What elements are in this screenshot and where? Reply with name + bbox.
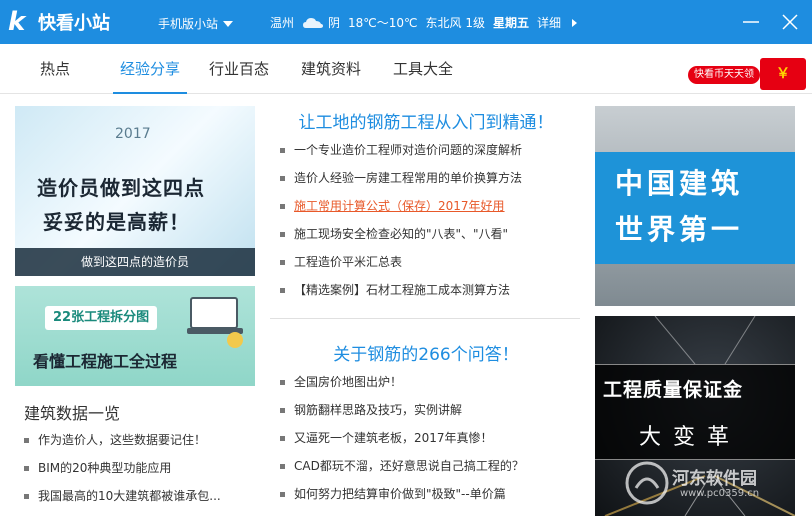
list-item[interactable]: 施工现场安全检查必知的"八表"、"八看" bbox=[280, 220, 576, 248]
headline-rebar-guide[interactable]: 让工地的钢筋工程从入门到精通！ bbox=[276, 108, 576, 133]
weather-bar: 温州 阴 18℃～10℃ 东北风 1级 星期五 详细 bbox=[270, 14, 593, 31]
list-item[interactable]: BIM的20种典型功能应用 bbox=[24, 454, 260, 482]
banner1-caption: 做到这四点的造价员 bbox=[15, 248, 255, 276]
list-item[interactable]: CAD都玩不溜，还好意思说自己搞工程的？ bbox=[280, 452, 576, 480]
banner-construction-diagrams[interactable]: 22张工程拆分图 看懂工程施工全过程 bbox=[15, 286, 255, 386]
weather-condition: 阴 bbox=[328, 16, 341, 30]
list-item[interactable]: 一个专业造价工程师对造价问题的深度解析 bbox=[280, 136, 576, 164]
weather-temperature: 18℃～10℃ bbox=[348, 16, 418, 30]
tab-materials[interactable]: 建筑资料 bbox=[301, 44, 361, 94]
watermark: 河东软件园 www.pc0359.cn bbox=[620, 458, 810, 508]
list-item[interactable]: 又逼死一个建筑老板，2017年真惨！ bbox=[280, 424, 576, 452]
chevron-down-icon bbox=[223, 20, 234, 27]
banner1-line2: 妥妥的是高薪！ bbox=[43, 210, 190, 234]
list-item[interactable]: 我国最高的10大建筑都被谁承包... bbox=[24, 482, 260, 510]
coin-banner[interactable]: 快看币天天领 ￥ bbox=[688, 58, 808, 90]
banner1-year: 2017 bbox=[115, 126, 151, 142]
weather-wind: 东北风 1级 bbox=[425, 16, 485, 30]
weather-detail-label: 详细 bbox=[537, 16, 562, 30]
mobile-version-dropdown[interactable]: 手机版小站 bbox=[158, 15, 234, 32]
banner1-line1: 造价员做到这四点 bbox=[37, 176, 205, 200]
banner4-line2: 大变革 bbox=[639, 425, 742, 450]
banner4-line1: 工程质量保证金 bbox=[603, 379, 744, 401]
banner3-line2: 世界第一 bbox=[615, 213, 744, 246]
tab-experience[interactable]: 经验分享 bbox=[113, 44, 187, 94]
section-divider bbox=[270, 318, 580, 319]
banner3-panel: 中国建筑 世界第一 bbox=[595, 152, 795, 264]
watermark-logo-icon bbox=[625, 461, 669, 505]
banner4-panel: 工程质量保证金 大变革 bbox=[595, 364, 795, 460]
tab-industry[interactable]: 行业百态 bbox=[209, 44, 269, 94]
banner2-text: 看懂工程施工全过程 bbox=[33, 352, 178, 371]
close-button[interactable] bbox=[778, 10, 802, 34]
app-name: 快看小站 bbox=[38, 13, 110, 34]
banner2-tag: 22张工程拆分图 bbox=[45, 306, 158, 330]
weather-city: 温州 bbox=[270, 16, 295, 30]
list-item[interactable]: 如何努力把结算审价做到"极致"--单价篇 bbox=[280, 480, 576, 508]
mobile-version-label: 手机版小站 bbox=[158, 17, 219, 31]
weather-weekday: 星期五 bbox=[492, 16, 529, 30]
watermark-text: 河东软件园 bbox=[672, 469, 757, 489]
list-item[interactable]: 作为造价人，这些数据要记住！ bbox=[24, 426, 260, 454]
headline-rebar-qa[interactable]: 关于钢筋的266个问答！ bbox=[276, 340, 576, 365]
app-logo: k 快看小站 bbox=[8, 8, 110, 36]
arrow-right-icon bbox=[572, 18, 578, 27]
title-bar: k 快看小站 手机版小站 温州 阴 18℃～10℃ 东北风 1级 星期五 详细 bbox=[0, 0, 812, 44]
coin-banner-label: 快看币天天领 bbox=[688, 66, 760, 84]
list-item[interactable]: 钢筋翻样思路及技巧，实例讲解 bbox=[280, 396, 576, 424]
cloud-icon bbox=[302, 16, 324, 30]
article-list-2: 全国房价地图出炉！ 钢筋翻样思路及技巧，实例讲解 又逼死一个建筑老板，2017年… bbox=[280, 368, 576, 508]
banner-cost-engineer[interactable]: 2017 造价员做到这四点 妥妥的是高薪！ 做到这四点的造价员 bbox=[15, 106, 255, 276]
banner3-line1: 中国建筑 bbox=[615, 167, 744, 200]
watermark-url: www.pc0359.cn bbox=[680, 488, 760, 499]
list-item[interactable]: 工程造价平米汇总表 bbox=[280, 248, 576, 276]
weather-detail-link[interactable]: 详细 bbox=[537, 14, 585, 31]
laptop-icon bbox=[187, 297, 243, 348]
banner-china-construction[interactable]: 中国建筑 世界第一 bbox=[595, 106, 795, 306]
building-data-list: 作为造价人，这些数据要记住！ BIM的20种典型功能应用 我国最高的10大建筑都… bbox=[24, 426, 260, 510]
minimize-button[interactable] bbox=[739, 10, 763, 34]
coin-bag-icon: ￥ bbox=[760, 58, 806, 90]
list-item[interactable]: 全国房价地图出炉！ bbox=[280, 368, 576, 396]
list-item[interactable]: 【精选案例】石材工程施工成本测算方法 bbox=[280, 276, 576, 304]
tab-tools[interactable]: 工具大全 bbox=[393, 44, 453, 94]
section-title-building-data: 建筑数据一览 bbox=[24, 404, 121, 423]
tab-hot[interactable]: 热点 bbox=[40, 44, 70, 94]
article-list-1: 一个专业造价工程师对造价问题的深度解析 造价人经验一房建工程常用的单价换算方法 … bbox=[280, 136, 576, 304]
list-item-highlighted[interactable]: 施工常用计算公式（保存）2017年好用 bbox=[280, 192, 576, 220]
logo-k-icon: k bbox=[8, 7, 26, 37]
list-item[interactable]: 造价人经验一房建工程常用的单价换算方法 bbox=[280, 164, 576, 192]
